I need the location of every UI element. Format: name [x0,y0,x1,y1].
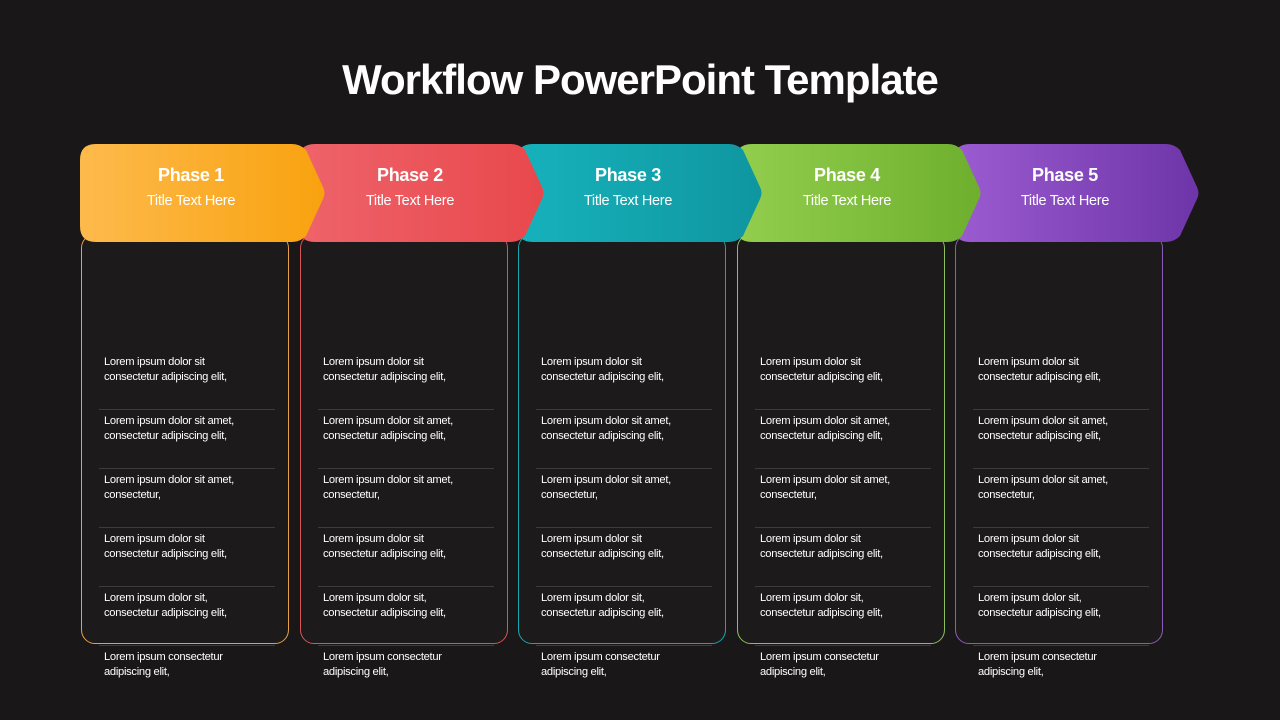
phase-item: Lorem ipsum dolor sit, consectetur adipis… [318,587,494,646]
phase-subtitle: Title Text Here [365,193,455,209]
phase-item: Lorem ipsum dolor sit amet, consectetur a… [99,410,275,469]
phase-item: Lorem ipsum dolor sit consectetur adipisc… [99,351,275,410]
phase-header-arrow: Phase 5 Title Text Here [954,144,1200,242]
phase-item: Lorem ipsum dolor sit, consectetur adipis… [973,587,1149,646]
phase-item: Lorem ipsum dolor sit amet, consectetur, [99,469,275,528]
phase-card: Lorem ipsum dolor sit consectetur adipisc… [737,234,945,678]
phase-header-arrow: Phase 2 Title Text Here [299,144,545,242]
phase-item: Lorem ipsum dolor sit consectetur adipisc… [536,351,712,410]
phase-header-text: Phase 2 Title Text Here [299,144,521,242]
phase-item: Lorem ipsum dolor sit amet, consectetur, [973,469,1149,528]
phase-item: Lorem ipsum dolor sit consectetur adipisc… [973,351,1149,410]
phase-header-text: Phase 3 Title Text Here [517,144,739,242]
phase-item: Lorem ipsum dolor sit consectetur adipisc… [755,351,931,410]
phase-item: Lorem ipsum dolor sit consectetur adipisc… [973,528,1149,587]
phase-header-text: Phase 5 Title Text Here [954,144,1176,242]
phase-items-list: Lorem ipsum dolor sit consectetur adipisc… [536,351,712,705]
phase-header-text: Phase 1 Title Text Here [80,144,302,242]
phase-column-2: Lorem ipsum dolor sit consectetur adipisc… [299,144,545,678]
phase-subtitle: Title Text Here [146,193,236,209]
phase-item: Lorem ipsum dolor sit amet, consectetur a… [973,410,1149,469]
phase-item: Lorem ipsum dolor sit, consectetur adipis… [755,587,931,646]
phase-name: Phase 3 [595,165,661,185]
phase-card: Lorem ipsum dolor sit consectetur adipisc… [955,234,1163,678]
phase-header-arrow: Phase 1 Title Text Here [80,144,326,242]
phase-column-1: Lorem ipsum dolor sit consectetur adipisc… [80,144,326,678]
phase-items-list: Lorem ipsum dolor sit consectetur adipisc… [99,351,275,705]
phase-item: Lorem ipsum dolor sit, consectetur adipis… [99,587,275,646]
phase-subtitle: Title Text Here [802,193,892,209]
phase-items-list: Lorem ipsum dolor sit consectetur adipisc… [755,351,931,705]
phase-item: Lorem ipsum dolor sit, consectetur adipis… [536,587,712,646]
phase-name: Phase 4 [814,165,880,185]
phase-subtitle: Title Text Here [1020,193,1110,209]
phase-item: Lorem ipsum consectetur adipiscing elit, [978,651,1097,678]
phase-item: Lorem ipsum dolor sit amet, consectetur a… [318,410,494,469]
phase-items-list: Lorem ipsum dolor sit consectetur adipisc… [973,351,1149,705]
phase-item: Lorem ipsum dolor sit amet, consectetur a… [536,410,712,469]
phase-subtitle: Title Text Here [583,193,673,209]
phase-card: Lorem ipsum dolor sit consectetur adipisc… [81,234,289,678]
phase-item: Lorem ipsum dolor sit amet, consectetur, [536,469,712,528]
phase-item: Lorem ipsum dolor sit consectetur adipisc… [99,528,275,587]
phase-name: Phase 5 [1032,165,1098,185]
phase-item: Lorem ipsum dolor sit consectetur adipisc… [318,528,494,587]
phase-item: Lorem ipsum dolor sit amet, consectetur, [755,469,931,528]
phase-column-5: Lorem ipsum dolor sit consectetur adipisc… [954,144,1200,678]
phase-items-list: Lorem ipsum dolor sit consectetur adipisc… [318,351,494,705]
phase-item: Lorem ipsum dolor sit consectetur adipisc… [318,351,494,410]
phase-header-text: Phase 4 Title Text Here [736,144,958,242]
phase-name: Phase 2 [377,165,443,185]
phase-item: Lorem ipsum consectetur adipiscing elit, [323,651,442,678]
phase-item: Lorem ipsum dolor sit amet, consectetur a… [755,410,931,469]
phase-header-arrow: Phase 4 Title Text Here [736,144,982,242]
phase-item: Lorem ipsum dolor sit amet, consectetur, [318,469,494,528]
phase-column-4: Lorem ipsum dolor sit consectetur adipisc… [736,144,982,678]
phase-item: Lorem ipsum dolor sit consectetur adipisc… [755,528,931,587]
slide-title: Workflow PowerPoint Template [342,56,939,103]
phase-card: Lorem ipsum dolor sit consectetur adipisc… [300,234,508,678]
phase-item: Lorem ipsum dolor sit consectetur adipisc… [536,528,712,587]
phase-column-3: Lorem ipsum dolor sit consectetur adipisc… [517,144,763,678]
phase-name: Phase 1 [158,165,224,185]
phase-item: Lorem ipsum consectetur adipiscing elit, [760,651,879,678]
phase-item: Lorem ipsum consectetur adipiscing elit, [541,651,660,678]
phase-item: Lorem ipsum consectetur adipiscing elit, [104,651,223,678]
phase-card: Lorem ipsum dolor sit consectetur adipisc… [518,234,726,678]
phase-header-arrow: Phase 3 Title Text Here [517,144,763,242]
